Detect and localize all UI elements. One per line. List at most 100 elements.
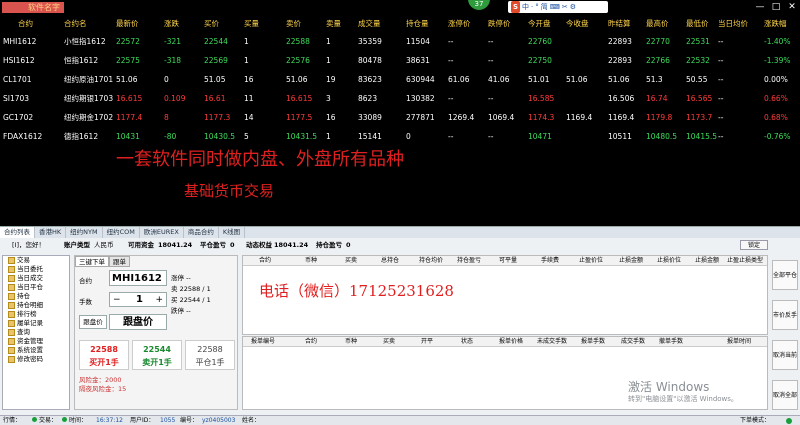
- pos-col[interactable]: 可平量: [499, 256, 517, 266]
- ord-col[interactable]: 币种: [345, 337, 357, 347]
- tab-nym[interactable]: 纽约NYM: [66, 227, 103, 238]
- ime-tools-icon[interactable]: ✂: [562, 1, 568, 13]
- price-field[interactable]: 跟盘价: [109, 314, 167, 330]
- col-header[interactable]: 涨跌: [164, 15, 179, 33]
- buy-open-button[interactable]: 22588 买开1手: [79, 340, 129, 370]
- pos-col[interactable]: 总持仓: [381, 256, 399, 266]
- ord-col[interactable]: 撤单手数: [659, 337, 683, 347]
- tab-kline[interactable]: K线图: [219, 227, 246, 238]
- quantity-value[interactable]: 1: [136, 293, 143, 307]
- tree-item-query[interactable]: 查询: [3, 328, 69, 337]
- pos-col[interactable]: 持仓盈亏: [457, 256, 481, 266]
- quote-row[interactable]: HSI1612 恒指1612 22575 -318 22569 1 22576 1 80478 3…: [0, 52, 800, 70]
- lock-button[interactable]: 锁定: [740, 240, 768, 250]
- cancel-all-button[interactable]: 取消全部: [772, 380, 798, 410]
- ord-col[interactable]: 合约: [305, 337, 317, 347]
- quote-row[interactable]: CL1701 纽约原油1701 51.06 0 51.05 16 51.06 19 83623 6…: [0, 71, 800, 89]
- col-header[interactable]: 跌停价: [488, 15, 511, 33]
- quote-row[interactable]: SI1703 纽约期银1703 16.615 0.109 16.61 11 16.615 3 8…: [0, 90, 800, 108]
- tab-com[interactable]: 纽约COM: [103, 227, 140, 238]
- col-header[interactable]: 合约: [18, 15, 33, 33]
- notification-badge[interactable]: 37: [468, 0, 490, 10]
- tab-eurex[interactable]: 欧洲EUREX: [140, 227, 184, 238]
- ime-keyboard-icon[interactable]: ⌨: [550, 1, 560, 13]
- maximize-icon[interactable]: □: [770, 1, 782, 13]
- minimize-icon[interactable]: —: [754, 1, 766, 13]
- pos-col[interactable]: 合约: [259, 256, 271, 266]
- pos-col[interactable]: 止损金额: [619, 256, 643, 266]
- quote-row[interactable]: MHI1612 小恒指1612 22572 -321 22544 1 22588 1 35359…: [0, 33, 800, 51]
- pos-col[interactable]: 止盈价位: [579, 256, 603, 266]
- contract-field[interactable]: MHI1612: [109, 270, 167, 286]
- tab-commodity[interactable]: 商品合约: [184, 227, 219, 238]
- col-header[interactable]: 今开盘: [528, 15, 551, 33]
- col-header[interactable]: 合约名: [64, 15, 87, 33]
- pos-col[interactable]: 持仓均价: [419, 256, 443, 266]
- col-header[interactable]: 成交量: [358, 15, 381, 33]
- tree-item-today-fills[interactable]: 当日成交: [3, 274, 69, 283]
- sell-open-button[interactable]: 22544 卖开1手: [132, 340, 182, 370]
- quote-row[interactable]: GC1702 纽约期金1702 1177.4 8 1177.3 14 1177.5 16 330…: [0, 109, 800, 127]
- ord-col[interactable]: 未成交手数: [537, 337, 567, 347]
- ime-brand-icon[interactable]: S: [511, 1, 521, 13]
- close-icon[interactable]: ✕: [786, 1, 798, 13]
- col-header[interactable]: 当日均价: [718, 15, 748, 33]
- col-header[interactable]: 买价: [204, 15, 219, 33]
- ord-col[interactable]: 报单手数: [581, 337, 605, 347]
- tree-item-settings[interactable]: 系统设置: [3, 346, 69, 355]
- pos-col[interactable]: 买卖: [345, 256, 357, 266]
- tree-item-ranking[interactable]: 排行榜: [3, 310, 69, 319]
- ord-col[interactable]: 状态: [461, 337, 473, 347]
- follow-price-button[interactable]: 跟盘价: [79, 315, 107, 329]
- col-header[interactable]: 卖价: [286, 15, 301, 33]
- ime-simplified-icon[interactable]: 简: [541, 1, 548, 13]
- close-all-button[interactable]: 全部平仓: [772, 260, 798, 290]
- quote-row[interactable]: FDAX1612 德指1612 10431 -80 10430.5 5 10431.5 1 15…: [0, 128, 800, 146]
- quote-cell-avg: --: [718, 94, 724, 103]
- tab-three-key[interactable]: 三键下单: [75, 256, 109, 267]
- close-position-button[interactable]: 22588 平仓1手: [185, 340, 235, 370]
- market-reverse-button[interactable]: 市价反手: [772, 300, 798, 330]
- plus-icon[interactable]: +: [155, 293, 163, 307]
- quantity-stepper[interactable]: − 1 +: [109, 292, 167, 307]
- ord-col[interactable]: 买卖: [383, 337, 395, 347]
- ime-toolbar[interactable]: S 中 · ° 简 ⌨ ✂ ⚙: [508, 1, 608, 13]
- tree-item-today-orders[interactable]: 当日委托: [3, 265, 69, 274]
- pos-col[interactable]: 手续费: [541, 256, 559, 266]
- col-header[interactable]: 卖量: [326, 15, 341, 33]
- pos-col[interactable]: 止损金额: [695, 256, 719, 266]
- ime-settings-icon[interactable]: ⚙: [570, 1, 576, 13]
- col-header[interactable]: 涨停价: [448, 15, 471, 33]
- tab-contract-list[interactable]: 合约列表: [0, 227, 35, 238]
- pos-col[interactable]: 币种: [305, 256, 317, 266]
- tab-hk[interactable]: 香港HK: [35, 227, 67, 238]
- col-header[interactable]: 最低价: [686, 15, 709, 33]
- ord-col[interactable]: 报单价格: [499, 337, 523, 347]
- ord-col[interactable]: 报单时间: [727, 337, 751, 347]
- pos-col[interactable]: 止盈止损类型: [727, 256, 763, 266]
- col-header[interactable]: 涨跌幅: [764, 15, 787, 33]
- col-header[interactable]: 买量: [244, 15, 259, 33]
- col-header[interactable]: 最高价: [646, 15, 669, 33]
- tree-item-history[interactable]: 履单记录: [3, 319, 69, 328]
- col-header[interactable]: 最新价: [116, 15, 139, 33]
- tree-item-trade[interactable]: 交易: [3, 256, 69, 265]
- tree-item-funds[interactable]: 资金管理: [3, 337, 69, 346]
- ord-col[interactable]: 成交手数: [621, 337, 645, 347]
- tab-follow[interactable]: 跟单: [109, 256, 130, 267]
- ord-col[interactable]: 开平: [421, 337, 433, 347]
- ord-col[interactable]: 报单编号: [251, 337, 275, 347]
- cancel-current-button[interactable]: 取消当前: [772, 340, 798, 370]
- col-header[interactable]: 持仓量: [406, 15, 429, 33]
- col-header[interactable]: 昨结算: [608, 15, 631, 33]
- ime-chinese-icon[interactable]: 中: [522, 1, 529, 13]
- pos-col[interactable]: 止损价位: [657, 256, 681, 266]
- tree-item-positions[interactable]: 持仓: [3, 292, 69, 301]
- tree-item-password[interactable]: 修改密码: [3, 355, 69, 364]
- ime-punct-icon[interactable]: ·: [531, 1, 533, 13]
- ime-width-icon[interactable]: °: [535, 1, 539, 13]
- tree-item-today-closes[interactable]: 当日平仓: [3, 283, 69, 292]
- tree-item-position-detail[interactable]: 持仓明细: [3, 301, 69, 310]
- minus-icon[interactable]: −: [113, 293, 121, 307]
- col-header[interactable]: 今收盘: [566, 15, 589, 33]
